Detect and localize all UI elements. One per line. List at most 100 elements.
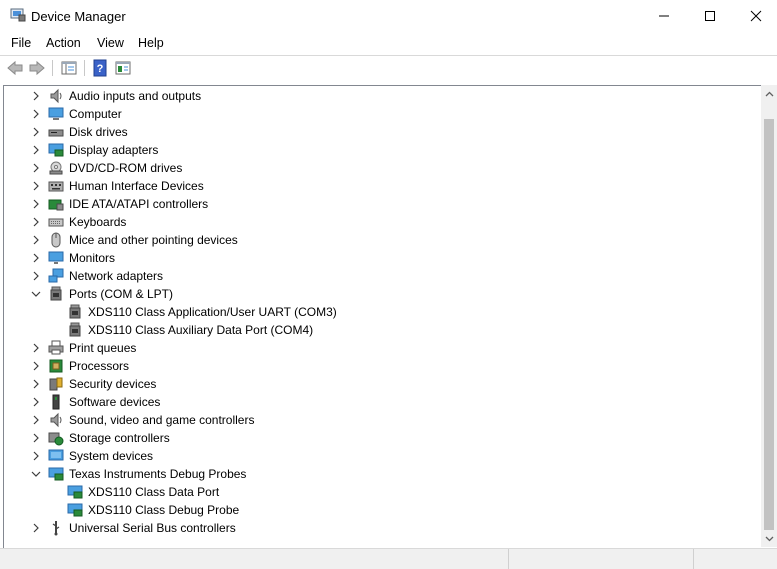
- chevron-right-icon[interactable]: [30, 234, 42, 246]
- software-device-icon: [52, 394, 60, 410]
- menu-file[interactable]: File: [11, 36, 31, 50]
- tree-category[interactable]: Security devices: [4, 375, 761, 393]
- tree-category[interactable]: IDE ATA/ATAPI controllers: [4, 195, 761, 213]
- menu-help[interactable]: Help: [138, 36, 164, 50]
- tree-item-label: Texas Instruments Debug Probes: [69, 467, 247, 481]
- tree-category[interactable]: Computer: [4, 105, 761, 123]
- device-manager-icon: [10, 8, 26, 22]
- tree-category[interactable]: Disk drives: [4, 123, 761, 141]
- storage-controller-icon: [48, 432, 64, 446]
- chevron-right-icon[interactable]: [30, 162, 42, 174]
- printer-icon: [48, 340, 64, 355]
- tree-item-label: XDS110 Class Data Port: [88, 485, 220, 499]
- scroll-down-button[interactable]: [761, 530, 777, 547]
- tree-category[interactable]: Storage controllers: [4, 429, 761, 447]
- close-button[interactable]: [733, 0, 777, 32]
- debug-probe-icon: [48, 467, 64, 481]
- tree-category[interactable]: Keyboards: [4, 213, 761, 231]
- chevron-right-icon[interactable]: [30, 108, 42, 120]
- chevron-right-icon[interactable]: [30, 180, 42, 192]
- tree-item-label: Disk drives: [69, 125, 128, 139]
- tree-category[interactable]: Monitors: [4, 249, 761, 267]
- tree-item-label: System devices: [69, 449, 154, 463]
- properties-icon[interactable]: [114, 59, 132, 77]
- tree-item-label: XDS110 Class Auxiliary Data Port (COM4): [88, 323, 314, 337]
- tree-category[interactable]: Network adapters: [4, 267, 761, 285]
- maximize-icon: [705, 11, 715, 21]
- chevron-right-icon[interactable]: [30, 270, 42, 282]
- chevron-down-icon[interactable]: [30, 288, 42, 300]
- status-separator: [693, 549, 694, 569]
- debug-probe-icon: [67, 485, 83, 499]
- computer-icon: [48, 107, 64, 120]
- scroll-up-button[interactable]: [761, 85, 777, 102]
- chevron-right-icon[interactable]: [30, 198, 42, 210]
- tree-item-label: Audio inputs and outputs: [69, 89, 202, 103]
- tree-category[interactable]: System devices: [4, 447, 761, 465]
- tree-category[interactable]: DVD/CD-ROM drives: [4, 159, 761, 177]
- tree-device[interactable]: XDS110 Class Data Port: [4, 483, 761, 501]
- tree-category[interactable]: Universal Serial Bus controllers: [4, 519, 761, 537]
- dvd-drive-icon: [49, 161, 63, 175]
- chevron-right-icon[interactable]: [30, 396, 42, 408]
- menu-view[interactable]: View: [97, 36, 124, 50]
- tree-item-label: Display adapters: [69, 143, 159, 157]
- chevron-right-icon[interactable]: [30, 126, 42, 138]
- mouse-icon: [51, 232, 61, 248]
- maximize-button[interactable]: [687, 0, 733, 32]
- chevron-right-icon[interactable]: [30, 252, 42, 264]
- tree-category[interactable]: Processors: [4, 357, 761, 375]
- chevron-right-icon[interactable]: [30, 144, 42, 156]
- chevron-down-icon[interactable]: [30, 468, 42, 480]
- tree-category[interactable]: Ports (COM & LPT): [4, 285, 761, 303]
- chevron-right-icon[interactable]: [30, 414, 42, 426]
- tree-device[interactable]: XDS110 Class Auxiliary Data Port (COM4): [4, 321, 761, 339]
- port-icon: [69, 322, 81, 337]
- tree-category[interactable]: Texas Instruments Debug Probes: [4, 465, 761, 483]
- tree-category[interactable]: Sound, video and game controllers: [4, 411, 761, 429]
- debug-probe-icon: [67, 503, 83, 517]
- tree-item-label: DVD/CD-ROM drives: [69, 161, 183, 175]
- tree-category[interactable]: Software devices: [4, 393, 761, 411]
- tree-category[interactable]: Display adapters: [4, 141, 761, 159]
- scrollbar-thumb[interactable]: [764, 119, 774, 530]
- chevron-right-icon[interactable]: [30, 216, 42, 228]
- forward-arrow-icon[interactable]: [28, 59, 46, 77]
- chevron-right-icon[interactable]: [30, 360, 42, 372]
- help-icon[interactable]: ?: [91, 59, 109, 77]
- minimize-button[interactable]: [641, 0, 687, 32]
- tree-category[interactable]: Mice and other pointing devices: [4, 231, 761, 249]
- status-bar: [0, 548, 777, 569]
- monitor-icon: [48, 251, 64, 264]
- tree-item-label: XDS110 Class Debug Probe: [88, 503, 240, 517]
- tree-category[interactable]: Print queues: [4, 339, 761, 357]
- toolbar: ?: [0, 55, 777, 80]
- tree-device[interactable]: XDS110 Class Application/User UART (COM3…: [4, 303, 761, 321]
- chevron-right-icon[interactable]: [30, 90, 42, 102]
- network-adapter-icon: [48, 268, 64, 283]
- toolbar-separator: [84, 60, 85, 76]
- tree-item-label: XDS110 Class Application/User UART (COM3…: [88, 305, 337, 319]
- device-tree-pane[interactable]: Audio inputs and outputs Computer Disk dri…: [3, 85, 776, 549]
- chevron-right-icon[interactable]: [30, 432, 42, 444]
- chevron-right-icon[interactable]: [30, 342, 42, 354]
- tree-item-label: Computer: [69, 107, 122, 121]
- tree-item-label: Human Interface Devices: [69, 179, 204, 193]
- tree-item-label: Mice and other pointing devices: [69, 233, 238, 247]
- menu-action[interactable]: Action: [46, 36, 81, 50]
- back-arrow-icon[interactable]: [6, 59, 24, 77]
- vertical-scrollbar[interactable]: [761, 85, 777, 547]
- tree-device[interactable]: XDS110 Class Debug Probe: [4, 501, 761, 519]
- svg-text:?: ?: [97, 63, 104, 75]
- tree-category[interactable]: Audio inputs and outputs: [4, 87, 761, 105]
- tree-category[interactable]: Human Interface Devices: [4, 177, 761, 195]
- show-hide-console-tree-icon[interactable]: [60, 59, 78, 77]
- title-bar: Device Manager: [0, 0, 777, 32]
- tree-item-label: Storage controllers: [69, 431, 170, 445]
- tree-item-label: Sound, video and game controllers: [69, 413, 255, 427]
- chevron-right-icon[interactable]: [30, 450, 42, 462]
- chevron-right-icon[interactable]: [30, 378, 42, 390]
- security-device-icon: [49, 377, 63, 391]
- chevron-right-icon[interactable]: [30, 522, 42, 534]
- display-adapter-icon: [48, 143, 64, 157]
